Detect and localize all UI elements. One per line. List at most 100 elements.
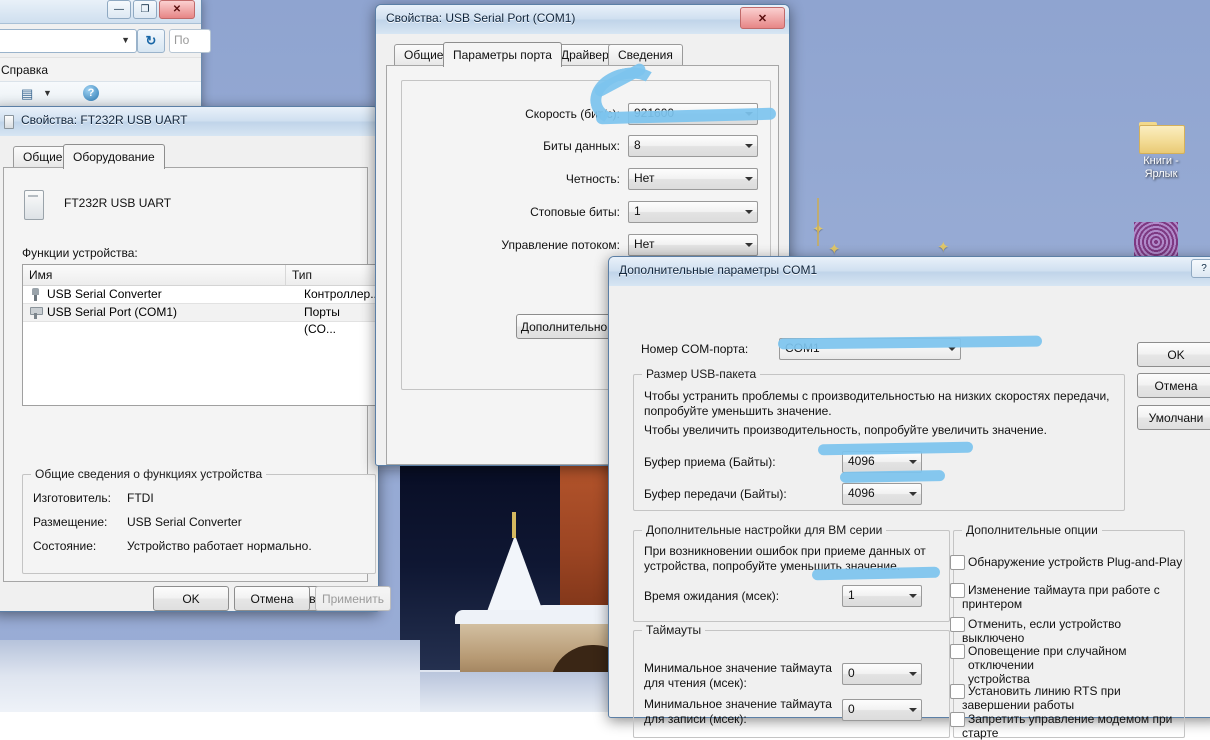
serial-port-icon <box>29 306 43 319</box>
option-cancel-if-power-off[interactable]: Отменить, если устройство выключено <box>950 617 1184 645</box>
device-properties-tabstrip[interactable]: Общие Оборудование <box>3 144 368 169</box>
checkbox-plug-and-play[interactable] <box>950 555 965 570</box>
chevron-down-icon[interactable]: ▼ <box>121 35 130 45</box>
latency-timer-combo[interactable]: 1 <box>842 585 922 607</box>
table-row[interactable]: USB Serial Converter Контроллер... <box>23 286 375 303</box>
tx-buffer-combo[interactable]: 4096 <box>842 483 922 505</box>
status-value: Устройство работает нормально. <box>127 539 312 553</box>
device-properties-dialog[interactable]: Свойства: FT232R USB UART Общие Оборудов… <box>0 106 391 612</box>
latency-timer-value: 1 <box>848 588 855 602</box>
manufacturer-label: Изготовитель: <box>33 491 111 505</box>
checkbox-surprise-removal[interactable] <box>950 644 965 659</box>
row-name: USB Serial Port (COM1) <box>47 305 178 319</box>
explorer-menubar[interactable]: д Сервис Справка <box>0 57 201 82</box>
refresh-icon[interactable]: ↻ <box>137 29 165 53</box>
close-button[interactable]: ✕ <box>159 0 195 19</box>
device-functions-list[interactable]: Имя Тип USB Serial Converter Контроллер.… <box>22 264 376 406</box>
list-header[interactable]: Имя Тип <box>23 265 375 286</box>
port-window-controls[interactable]: ✕ <box>740 7 785 29</box>
write-timeout-label-2: для записи (мсек): <box>644 712 747 726</box>
desktop-icon-knigi[interactable]: Книги - Ярлык <box>1118 118 1204 181</box>
column-header-type[interactable]: Тип <box>286 265 375 285</box>
parity-label: Четность: <box>565 172 620 186</box>
read-timeout-label-2: для чтения (мсек): <box>644 676 747 690</box>
defaults-button[interactable]: Умолчани <box>1137 405 1210 430</box>
address-bar[interactable]: . ▸ Устрой... ▼ <box>0 29 137 53</box>
device-manager-window[interactable]: — ❐ ✕ . ▸ Устрой... ▼ ↻ По д Сервис Спра… <box>0 0 211 120</box>
data-bits-label: Биты данных: <box>543 139 620 153</box>
chevron-down-icon[interactable] <box>904 484 921 504</box>
flow-control-combo[interactable]: Нет <box>628 234 758 256</box>
option-label: Отменить, если устройство выключено <box>962 617 1122 645</box>
latency-timer-label: Время ожидания (мсек): <box>644 589 780 603</box>
checkbox-disable-modem-ctrl[interactable] <box>950 712 965 727</box>
ok-button[interactable]: OK <box>153 586 229 611</box>
parity-combo[interactable]: Нет <box>628 168 758 190</box>
chevron-down-icon[interactable] <box>740 235 757 255</box>
chevron-down-icon[interactable] <box>904 452 921 472</box>
data-bits-combo[interactable]: 8 <box>628 135 758 157</box>
row-name: USB Serial Converter <box>47 287 162 301</box>
chevron-down-icon[interactable] <box>904 664 921 684</box>
option-plug-and-play[interactable]: Обнаружение устройств Plug-and-Play <box>950 555 1183 570</box>
tab-svedeniya[interactable]: Сведения <box>608 44 683 66</box>
checkbox-printer-timeout[interactable] <box>950 583 965 598</box>
explorer-toolbar[interactable]: за » ▤ ▼ ? <box>0 81 201 108</box>
advanced-settings-dialog[interactable]: Дополнительные параметры COM1 ? Номер CO… <box>608 256 1210 740</box>
help-icon[interactable]: ? <box>83 85 99 101</box>
read-timeout-value: 0 <box>848 666 855 680</box>
help-icon[interactable]: ? <box>1191 259 1210 278</box>
chevron-down-icon[interactable] <box>904 586 921 606</box>
baud-rate-label: Скорость (бит/с): <box>525 107 620 121</box>
option-printer-timeout[interactable]: Изменение таймаута при работе с принтеро… <box>950 583 1184 611</box>
device-name-label: FT232R USB UART <box>64 196 172 210</box>
close-button[interactable]: ✕ <box>740 7 785 29</box>
flow-control-label: Управление потоком: <box>501 238 620 252</box>
advanced-settings-title: Дополнительные параметры COM1 <box>619 263 818 277</box>
chevron-down-icon[interactable] <box>904 700 921 720</box>
tab-parametry-porta[interactable]: Параметры порта <box>443 42 562 67</box>
cancel-button[interactable]: Отмена <box>1137 373 1210 398</box>
read-timeout-combo[interactable]: 0 <box>842 663 922 685</box>
desktop-icon-label: Книги - <box>1143 155 1179 167</box>
menu-item-help[interactable]: Справка <box>1 63 48 77</box>
chevron-down-icon[interactable] <box>740 202 757 222</box>
option-label: Изменение таймаута при работе с принтеро… <box>962 583 1160 611</box>
port-properties-tabstrip[interactable]: Общие Параметры порта Драйвер Сведения <box>386 42 779 67</box>
option-surprise-removal[interactable]: Оповещение при случайном отключении устр… <box>950 644 1184 686</box>
view-icon[interactable]: ▤ <box>21 86 33 102</box>
row-type: Контроллер... <box>304 287 376 301</box>
device-properties-titlebar: Свойства: FT232R USB UART <box>0 107 378 137</box>
checkbox-cancel-if-power-off[interactable] <box>950 617 965 632</box>
advanced-button[interactable]: Дополнительно... <box>516 314 622 339</box>
ok-button[interactable]: OK <box>1137 342 1210 367</box>
usb-converter-icon <box>29 288 42 301</box>
read-timeout-label-1: Минимальное значение таймаута <box>644 661 832 675</box>
apply-button[interactable]: Применить <box>315 586 391 611</box>
device-properties-tabpane: FT232R USB UART Функции устройства: Имя … <box>3 167 376 611</box>
parity-value: Нет <box>634 171 655 185</box>
search-input[interactable]: По <box>169 29 211 53</box>
table-row[interactable]: USB Serial Port (COM1) Порты (CO... <box>23 303 375 336</box>
explorer-window-controls[interactable]: — ❐ ✕ <box>107 0 195 19</box>
usb-packet-line-2: попробуйте уменьшить значение. <box>644 404 832 418</box>
chevron-down-icon[interactable] <box>740 169 757 189</box>
checkbox-rts-on-close[interactable] <box>950 684 965 699</box>
chevron-down-icon[interactable] <box>740 136 757 156</box>
maximize-button[interactable]: ❐ <box>133 0 157 19</box>
option-label: Обнаружение устройств Plug-and-Play <box>968 555 1183 569</box>
device-summary-legend: Общие сведения о функциях устройства <box>31 467 267 481</box>
stop-bits-combo[interactable]: 1 <box>628 201 758 223</box>
advanced-window-controls[interactable]: ? <box>1191 259 1210 278</box>
tab-oborudovanie[interactable]: Оборудование <box>63 144 165 169</box>
location-label: Размещение: <box>33 515 108 529</box>
cancel-button[interactable]: Отмена <box>234 586 310 611</box>
option-rts-on-close[interactable]: Установить линию RTS при завершении рабо… <box>950 684 1184 712</box>
minimize-button[interactable]: — <box>107 0 131 19</box>
write-timeout-combo[interactable]: 0 <box>842 699 922 721</box>
wallpaper-snowfield <box>0 640 420 712</box>
option-disable-modem-ctrl[interactable]: Запретить управление модемом при старте <box>950 712 1184 740</box>
view-chevron-down-icon[interactable]: ▼ <box>43 88 52 98</box>
column-header-name[interactable]: Имя <box>23 265 286 285</box>
port-properties-titlebar: Свойства: USB Serial Port (COM1) ✕ <box>376 5 789 35</box>
